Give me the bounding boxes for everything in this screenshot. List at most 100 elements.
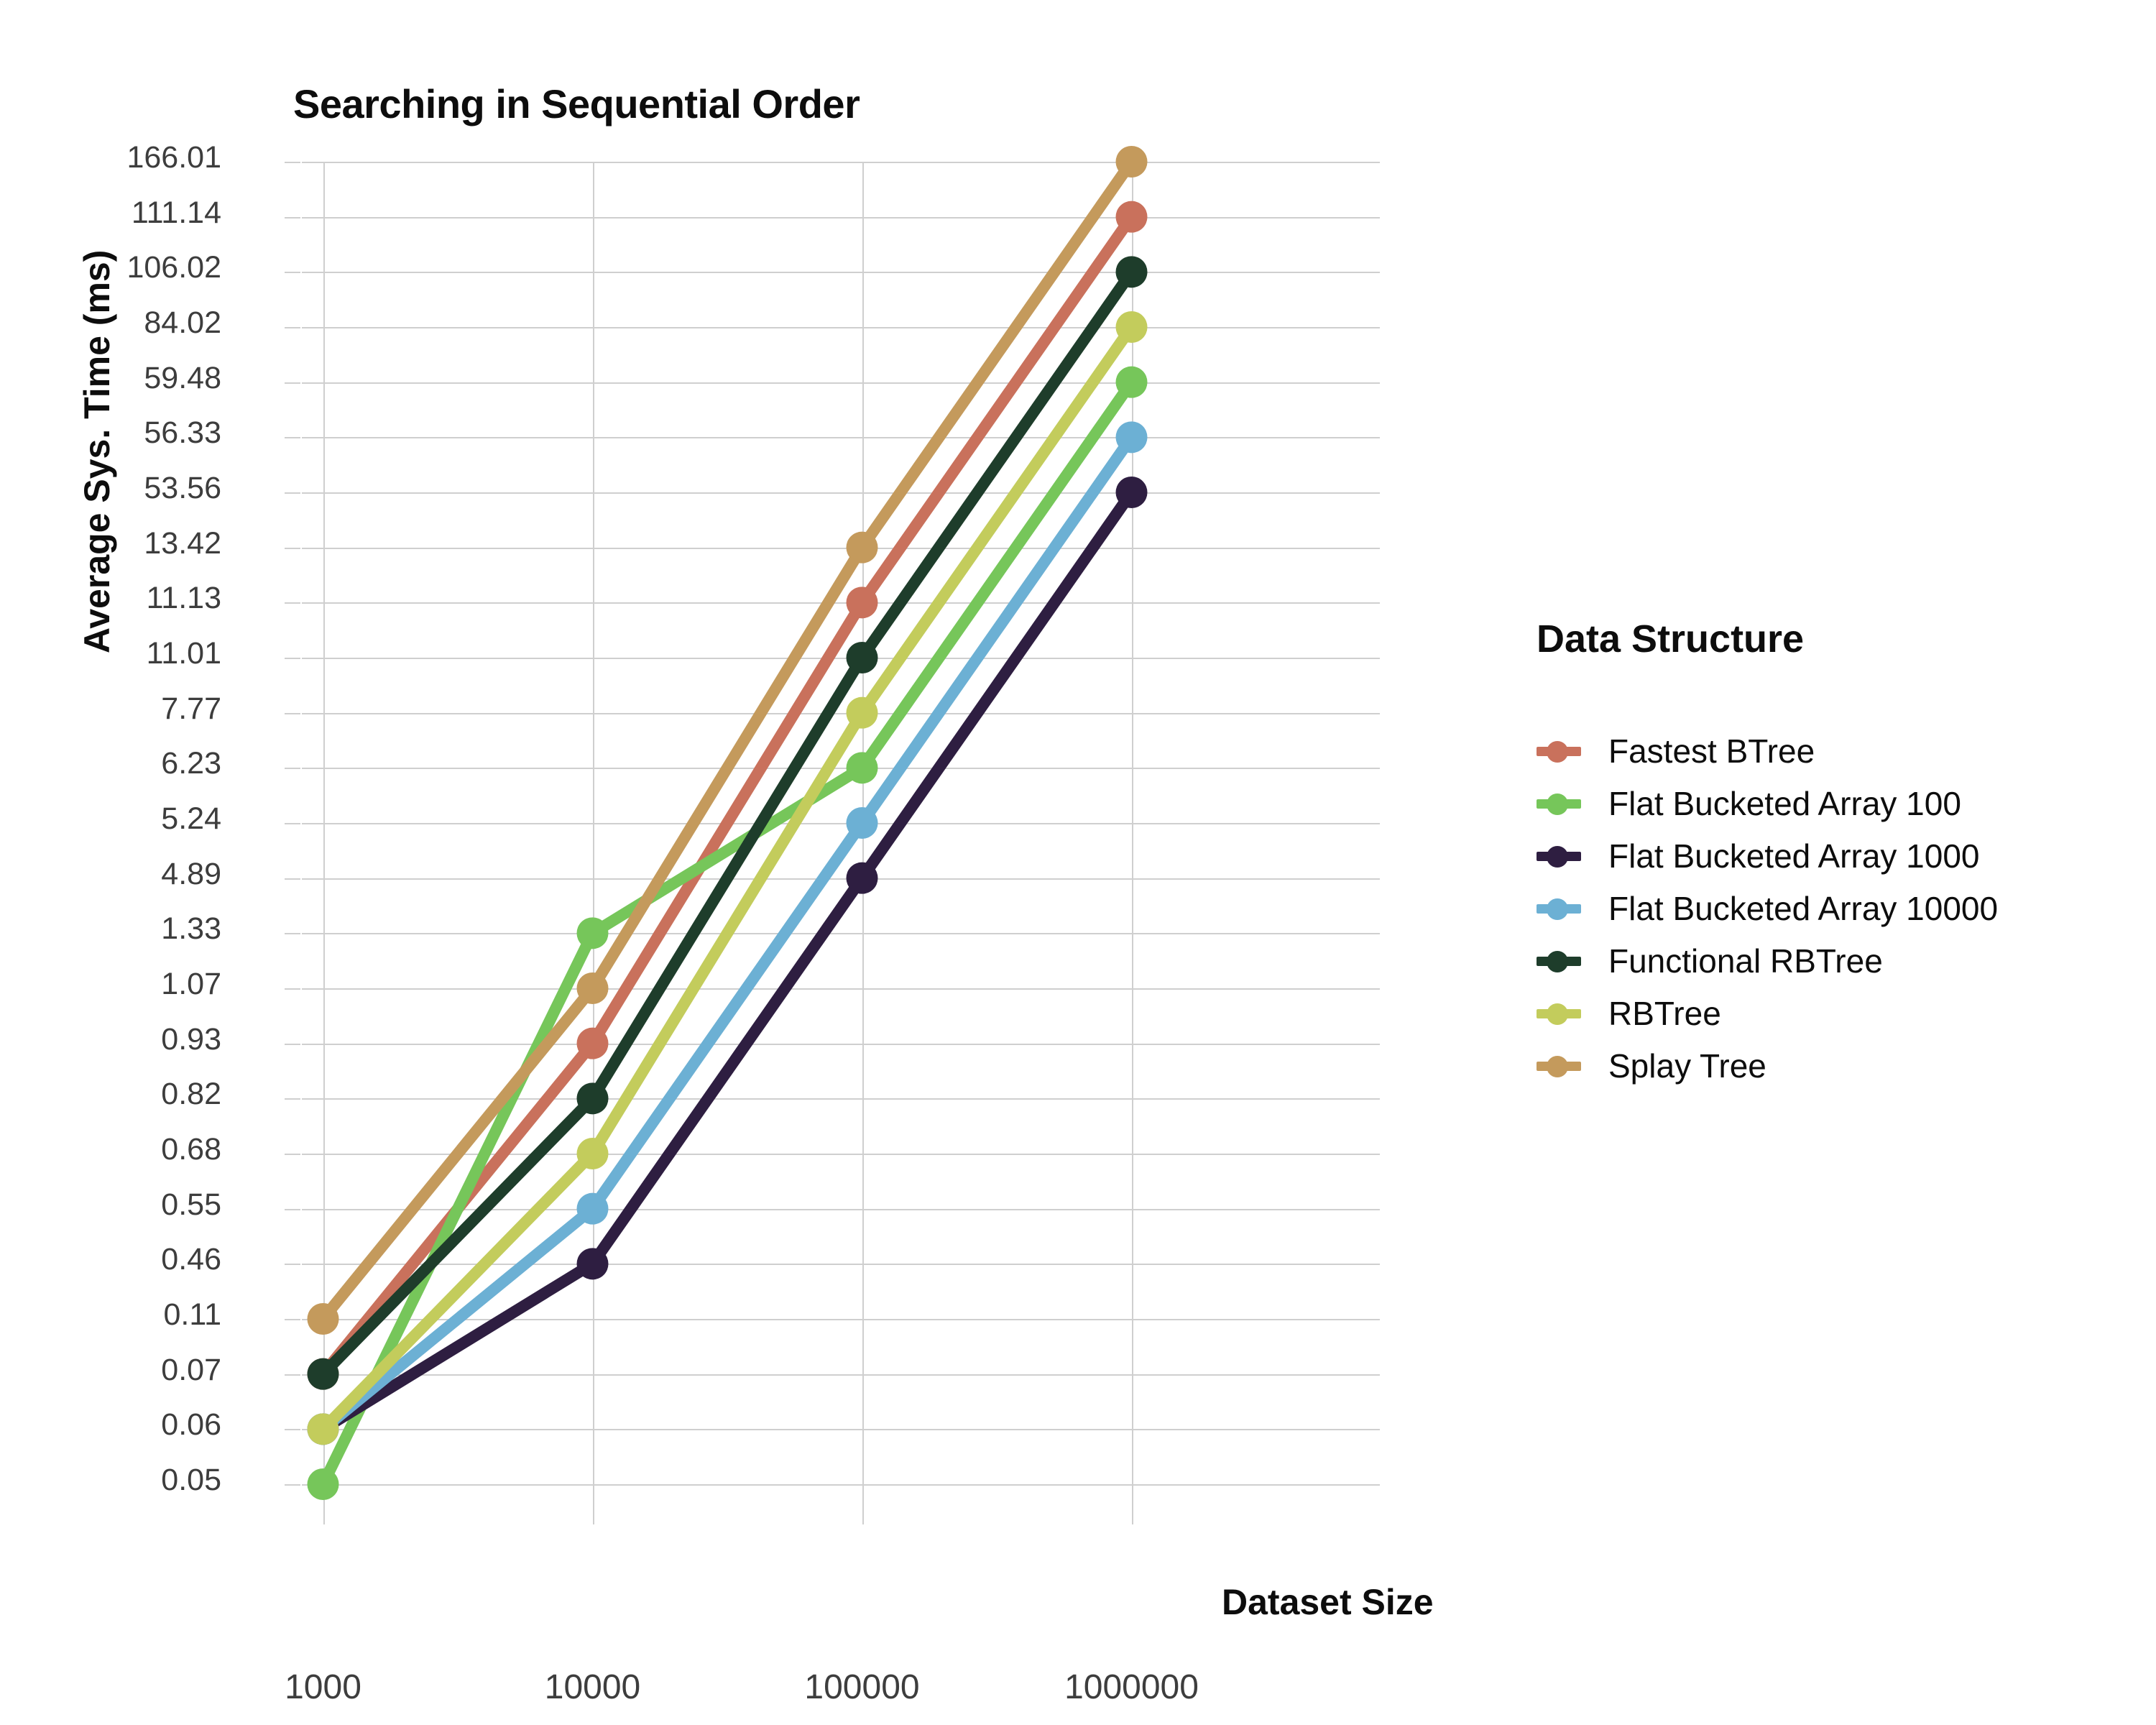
data-point[interactable] <box>576 1138 609 1169</box>
data-point[interactable] <box>576 1248 609 1280</box>
legend-item-label: Fastest BTree <box>1608 732 1815 770</box>
data-point[interactable] <box>846 531 878 564</box>
y-axis-tick-mark <box>285 1484 300 1486</box>
data-point[interactable] <box>307 1358 339 1390</box>
data-point[interactable] <box>1115 366 1148 398</box>
y-axis-tick-mark <box>285 1319 300 1320</box>
x-axis-tick-mark <box>592 1499 594 1524</box>
series-line <box>317 156 1138 1325</box>
legend-color-swatch <box>1537 949 1581 973</box>
legend-items: Fastest BTree Flat Bucketed Array 100 Flat… <box>1537 724 2097 1092</box>
x-axis-title: Dataset Size <box>1222 1582 1434 1622</box>
y-axis-tick-label: 0.07 <box>161 1352 221 1387</box>
plot-area: 166.01 111.14 106.02 84.02 59.48 56.33 53.56 13… <box>126 140 1380 1706</box>
legend-item[interactable]: Fastest BTree <box>1537 724 2097 777</box>
y-axis-tick-mark <box>285 1098 300 1100</box>
legend-item[interactable]: Splay Tree <box>1537 1039 2097 1092</box>
legend-item-label: Flat Bucketed Array 100 <box>1608 784 1961 822</box>
legend-item-label: Functional RBTree <box>1608 942 1883 980</box>
legend-item[interactable]: Flat Bucketed Array 1000 <box>1537 829 2097 882</box>
y-axis-tick-label: 0.46 <box>161 1242 221 1277</box>
y-axis-tick-mark <box>285 823 300 824</box>
y-axis-tick-mark <box>285 712 300 714</box>
legend-item[interactable]: RBTree <box>1537 987 2097 1039</box>
y-axis-tick-mark <box>285 602 300 604</box>
data-point[interactable] <box>576 1027 609 1059</box>
legend: Data Structure Fastest BTree Flat Buckete… <box>1537 617 2097 1092</box>
legend-item-label: Flat Bucketed Array 1000 <box>1608 837 1980 875</box>
y-axis-tick-label: 4.89 <box>161 856 221 891</box>
x-axis-tick-label: 1000 <box>285 1668 361 1706</box>
y-axis-tick-label: 53.56 <box>144 471 221 505</box>
data-point[interactable] <box>1115 421 1148 454</box>
y-axis-tick-mark <box>285 658 300 659</box>
data-point[interactable] <box>576 972 609 1004</box>
y-axis-tick-mark <box>285 547 300 549</box>
legend-item-label: RBTree <box>1608 994 1721 1032</box>
legend-color-swatch <box>1537 791 1581 816</box>
legend-item[interactable]: Flat Bucketed Array 10000 <box>1537 882 2097 934</box>
y-axis-tick-mark <box>285 437 300 439</box>
x-axis-tick-label: 100000 <box>804 1668 920 1706</box>
data-point[interactable] <box>846 862 878 894</box>
series-plot <box>307 146 1148 1500</box>
y-axis-tick-label: 0.55 <box>161 1187 221 1222</box>
x-axis-tick-mark <box>862 1499 864 1524</box>
y-axis-tick-label: 84.02 <box>144 305 221 340</box>
y-axis-tick-mark <box>285 878 300 880</box>
data-point[interactable] <box>307 1303 339 1335</box>
data-point[interactable] <box>846 752 878 784</box>
series-line <box>317 211 1138 1380</box>
x-axis-tick-label: 1000000 <box>1064 1668 1199 1706</box>
y-axis-tick-mark <box>285 1043 300 1045</box>
y-axis-tick-mark <box>285 162 300 163</box>
data-point[interactable] <box>846 642 878 673</box>
y-axis-tick-mark <box>285 492 300 494</box>
page-title: Searching in Sequential Order <box>293 81 860 126</box>
y-axis-tick-label: 0.93 <box>161 1021 221 1057</box>
legend-title: Data Structure <box>1537 617 1805 661</box>
data-point[interactable] <box>307 1413 339 1445</box>
y-axis-tick-mark <box>285 382 300 384</box>
y-axis-tick-label: 166.01 <box>126 140 221 175</box>
y-axis-tick-label: 0.68 <box>161 1132 221 1167</box>
x-axis-tick-mark <box>323 1499 325 1524</box>
data-point[interactable] <box>576 1082 609 1115</box>
data-point[interactable] <box>307 1468 339 1500</box>
y-axis-tick-label: 13.42 <box>144 525 221 561</box>
y-axis-tick-label: 1.07 <box>161 967 221 1001</box>
y-axis-tick-label: 6.23 <box>161 746 221 781</box>
y-axis-tick-mark <box>285 327 300 328</box>
y-axis-tick-label: 11.13 <box>146 581 221 616</box>
y-axis-tick-label: 59.48 <box>144 360 221 395</box>
y-axis-tick-label: 0.06 <box>161 1407 221 1443</box>
data-point[interactable] <box>1115 201 1148 233</box>
legend-color-swatch <box>1537 739 1581 763</box>
data-point[interactable] <box>846 807 878 839</box>
legend-item-label: Splay Tree <box>1608 1046 1766 1085</box>
legend-item[interactable]: Functional RBTree <box>1537 934 2097 987</box>
y-axis-tick-label: 11.01 <box>146 636 221 671</box>
y-axis-tick-label: 106.02 <box>126 250 221 285</box>
data-point[interactable] <box>1115 477 1148 508</box>
data-point[interactable] <box>846 696 878 729</box>
y-axis-tick-mark <box>285 1208 300 1210</box>
y-axis-tick-mark <box>285 1154 300 1155</box>
y-axis-tick-mark <box>285 216 300 218</box>
data-point[interactable] <box>1115 256 1148 288</box>
x-axis-tick-label: 10000 <box>544 1668 641 1706</box>
y-axis-tick-mark <box>285 933 300 935</box>
data-point[interactable] <box>846 586 878 619</box>
data-point[interactable] <box>576 917 609 949</box>
legend-item[interactable]: Flat Bucketed Array 100 <box>1537 777 2097 829</box>
legend-color-swatch <box>1537 1054 1581 1078</box>
y-axis-tick-label: 7.77 <box>161 691 221 726</box>
data-point[interactable] <box>576 1192 609 1225</box>
y-axis-tick-label: 56.33 <box>144 415 221 451</box>
data-point[interactable] <box>1115 146 1148 178</box>
y-axis-tick-mark <box>285 1264 300 1266</box>
chart-page: Searching in Sequential Order Average Sy… <box>0 0 2156 1725</box>
data-point[interactable] <box>1115 311 1148 343</box>
legend-color-swatch <box>1537 896 1581 921</box>
legend-item-label: Flat Bucketed Array 10000 <box>1608 889 1999 927</box>
